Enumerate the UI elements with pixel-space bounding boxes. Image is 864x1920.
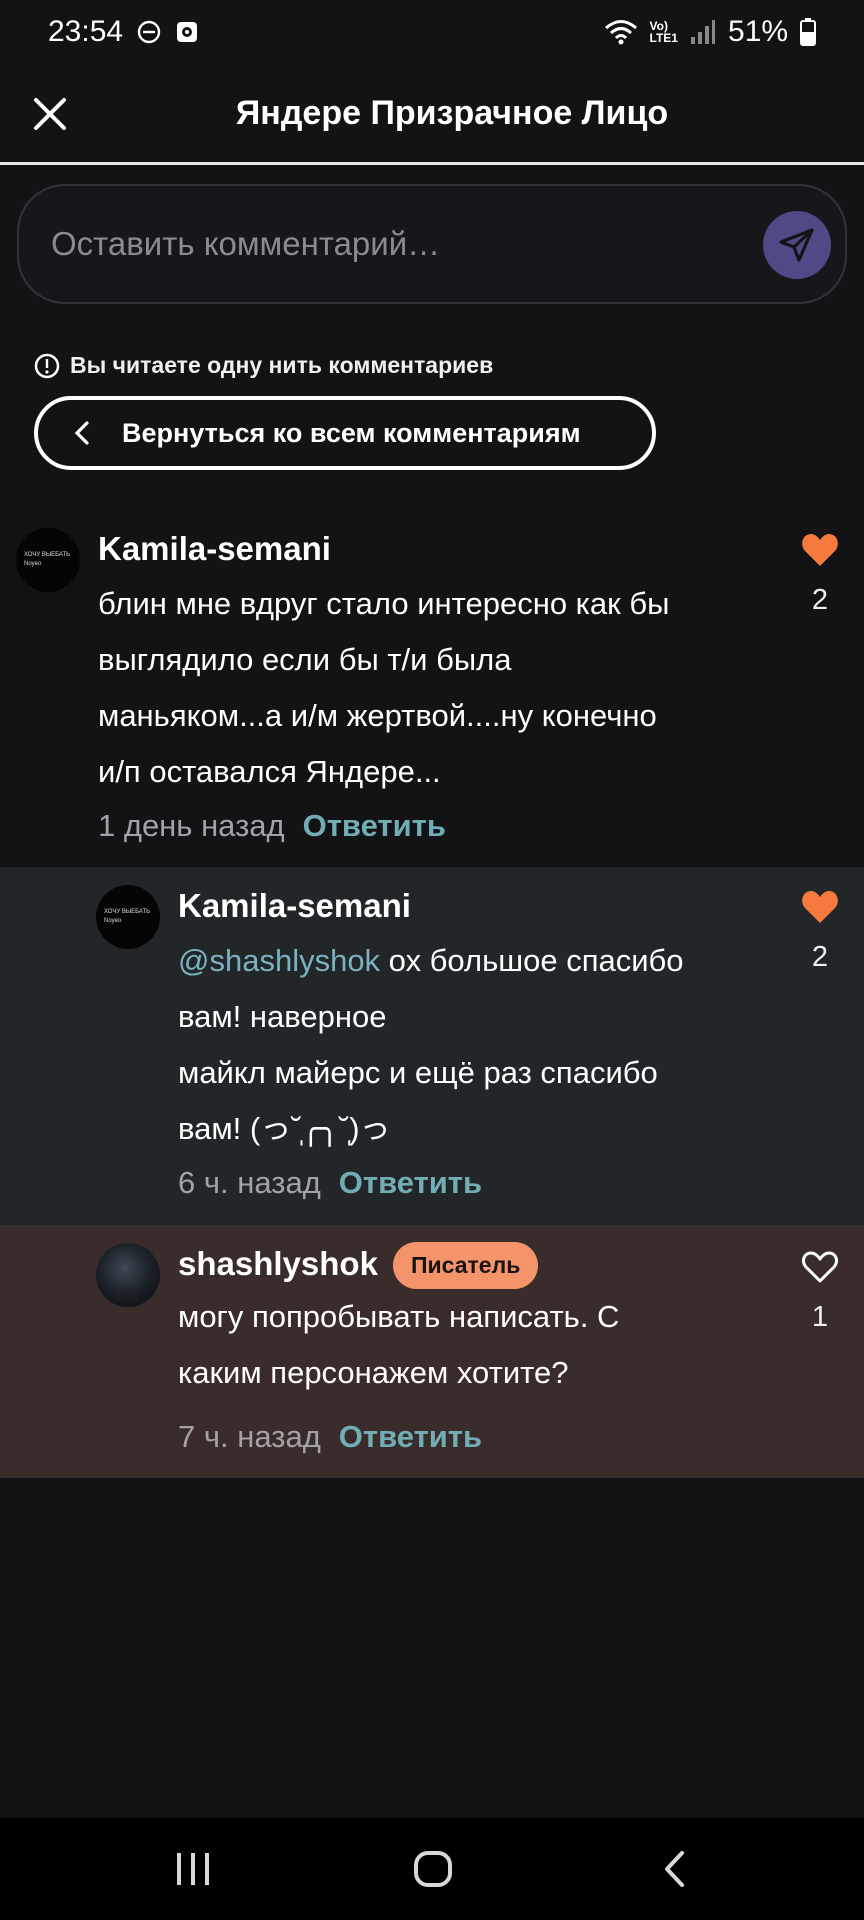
like-control: 2 xyxy=(798,889,842,974)
comment-text-line: маньяком...а и/м жертвой....ну конечно xyxy=(98,698,657,733)
comment-text-line: выглядило если бы т/и была xyxy=(98,642,512,677)
header: Яндере Призрачное Лицо xyxy=(0,64,864,164)
do-not-disturb-icon xyxy=(137,20,161,44)
back-button[interactable] xyxy=(662,1850,688,1893)
comment-item: shashlyshok Писатель могу попробывать на… xyxy=(0,1225,864,1478)
comment-time: 7 ч. назад xyxy=(178,1419,321,1454)
comment-input-placeholder: Оставить комментарий… xyxy=(51,225,441,262)
heart-icon[interactable] xyxy=(800,532,840,568)
back-to-all-comments-button[interactable]: Вернуться ко всем комментариям xyxy=(34,396,656,470)
comment-author[interactable]: Kamila-semani xyxy=(98,530,331,568)
status-time: 23:54 xyxy=(48,15,124,48)
avatar-text: ХОЧУ ВЫЕБАТЬ xyxy=(24,552,71,558)
like-count: 2 xyxy=(811,584,829,616)
comment-text-line: блин мне вдруг стало интересно как бы xyxy=(98,586,670,621)
comment-input[interactable]: Оставить комментарий… xyxy=(17,184,847,304)
comment-author[interactable]: Kamila-semani xyxy=(178,887,411,925)
comment-text-line: и/п оставался Яндере... xyxy=(98,754,441,789)
comment-text: @shashlyshok ох большое спасибо вам! нав… xyxy=(178,933,684,1157)
status-right: Vo) LTE1 51% xyxy=(604,15,816,49)
send-button[interactable] xyxy=(763,211,831,279)
reply-button[interactable]: Ответить xyxy=(303,808,446,844)
comment-text-line: каким персонажем хотите? xyxy=(178,1355,569,1390)
recent-apps-button[interactable] xyxy=(174,1850,212,1893)
comment-text-line: вам! (っ˘̩╭╮˘̩)っ xyxy=(178,1111,391,1146)
home-button[interactable] xyxy=(413,1850,453,1893)
reply-button[interactable]: Ответить xyxy=(339,1165,482,1201)
avatar[interactable] xyxy=(96,1243,160,1307)
comment-text-fragment: ох большое спасибо xyxy=(380,943,684,978)
signal-icon xyxy=(690,19,716,45)
comment-time: 6 ч. назад xyxy=(178,1165,321,1200)
avatar[interactable]: ХОЧУ ВЫЕБАТЬ Noyeo xyxy=(16,528,80,592)
info-icon xyxy=(34,353,60,378)
status-bar: 23:54 Vo) LTE1 51% xyxy=(0,0,864,64)
like-count: 2 xyxy=(811,941,829,973)
comment-text-line: @shashlyshok ох большое спасибо xyxy=(178,933,684,989)
battery-icon xyxy=(800,18,816,46)
back-to-all-comments-label: Вернуться ко всем комментариям xyxy=(122,417,581,448)
comment-text-line: могу попробывать написать. С xyxy=(178,1299,620,1334)
network-label-bottom: LTE1 xyxy=(649,31,678,45)
avatar-text: ХОЧУ ВЫЕБАТЬ xyxy=(104,909,151,915)
comment-item: ХОЧУ ВЫЕБАТЬ Noyeo Kamila-semani @shashl… xyxy=(0,867,864,1225)
like-control: 1 xyxy=(798,1249,842,1334)
comment-text-line: вам! наверное xyxy=(178,999,387,1034)
comment-meta: 7 ч. назад Ответить xyxy=(178,1419,482,1455)
back-icon xyxy=(665,1851,684,1887)
comment-author[interactable]: shashlyshok xyxy=(178,1245,378,1283)
comment-meta: 1 день назад Ответить xyxy=(98,808,446,844)
heart-outline-icon[interactable] xyxy=(800,1249,840,1285)
header-divider xyxy=(0,162,864,165)
reply-button[interactable]: Ответить xyxy=(339,1419,482,1455)
comment-meta: 6 ч. назад Ответить xyxy=(178,1165,482,1201)
chevron-left-icon xyxy=(74,421,89,445)
recent-apps-icon xyxy=(177,1853,209,1885)
network-type: Vo) LTE1 xyxy=(650,20,678,44)
like-control: 2 xyxy=(798,532,842,617)
comment-text: блин мне вдруг стало интересно как бы вы… xyxy=(98,576,669,800)
writer-badge: Писатель xyxy=(393,1242,539,1289)
app-notification-icon xyxy=(175,20,199,44)
heart-icon[interactable] xyxy=(800,889,840,925)
avatar-text: Noyeo xyxy=(24,561,42,567)
page-title: Яндере Призрачное Лицо xyxy=(235,94,669,132)
thread-notice-text: Вы читаете одну нить комментариев xyxy=(70,352,494,378)
avatar-text: Noyeo xyxy=(104,918,122,924)
like-count: 1 xyxy=(811,1301,829,1333)
system-navigation-bar xyxy=(0,1818,864,1920)
send-icon xyxy=(779,228,814,262)
comment-time: 1 день назад xyxy=(98,808,285,843)
status-left: 23:54 xyxy=(48,15,199,49)
battery-percent: 51% xyxy=(727,15,788,48)
comment-item: ХОЧУ ВЫЕБАТЬ Noyeo Kamila-semani блин мн… xyxy=(0,510,864,867)
thread-notice: Вы читаете одну нить комментариев xyxy=(34,352,493,379)
user-mention[interactable]: @shashlyshok xyxy=(178,943,380,978)
home-icon xyxy=(414,1851,452,1887)
comment-text: могу попробывать написать. С каким персо… xyxy=(178,1289,619,1401)
avatar[interactable]: ХОЧУ ВЫЕБАТЬ Noyeo xyxy=(96,885,160,949)
wifi-icon xyxy=(604,18,638,46)
comment-text-line: майкл майерс и ещё раз спасибо xyxy=(178,1055,658,1090)
